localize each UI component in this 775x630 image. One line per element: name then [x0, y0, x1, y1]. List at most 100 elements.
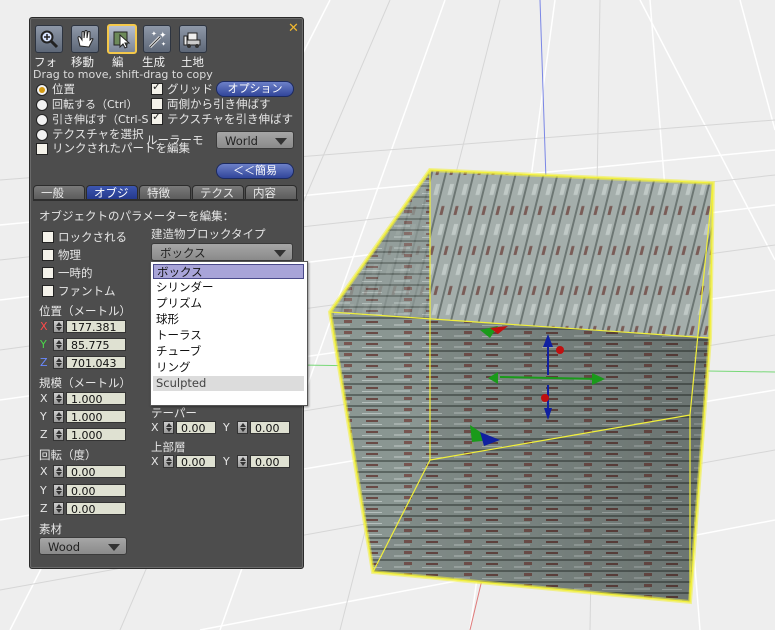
rot-x-field[interactable]: 0.00: [66, 465, 126, 479]
building-block-value: ボックス: [160, 246, 206, 260]
shape-dropdown-menu[interactable]: ボックス シリンダー プリズム 球形 トーラス チューブ リング Sculpte…: [150, 261, 308, 406]
chevron-down-icon: [275, 138, 287, 145]
material-dropdown[interactable]: Wood: [39, 537, 127, 555]
size-x-stepper[interactable]: [53, 392, 64, 405]
drag-hint: Drag to move, shift-drag to copy: [33, 68, 213, 81]
grid-checkbox[interactable]: [151, 80, 163, 95]
temporary-checkbox[interactable]: [42, 267, 54, 279]
rot-z-axis-label: Z: [40, 502, 48, 515]
pos-z-field[interactable]: 701.043: [66, 356, 126, 370]
stretch-mode-label: 引き伸ばす（Ctrl-S: [52, 113, 149, 126]
ruler-mode-dropdown[interactable]: World: [216, 131, 294, 149]
chevron-down-icon: [274, 250, 286, 257]
size-x-field[interactable]: 1.000: [66, 392, 126, 406]
pos-x-axis-label: X: [40, 320, 48, 333]
edit-linked-checkbox[interactable]: [36, 143, 48, 155]
options-button[interactable]: オプション: [216, 81, 294, 97]
shape-option-sculpted[interactable]: Sculpted: [153, 376, 304, 391]
create-tool-button[interactable]: ✦ ✦ ✦: [143, 25, 171, 53]
stretch-both-label: 両側から引き伸ばす: [167, 97, 271, 111]
pos-y-stepper[interactable]: [53, 338, 64, 351]
svg-text:✦: ✦: [151, 30, 157, 38]
pos-y-field[interactable]: 85.775: [66, 338, 126, 352]
shear-x-field[interactable]: 0.00: [176, 455, 216, 469]
grab-hand-icon: [77, 30, 94, 48]
shear-x-axis-label: X: [151, 455, 159, 468]
phantom-label: ファントム: [58, 284, 116, 298]
size-y-stepper[interactable]: [53, 410, 64, 423]
tab-features[interactable]: 特徴: [139, 185, 191, 200]
taper-y-stepper[interactable]: [237, 421, 248, 434]
taper-x-field[interactable]: 0.00: [176, 421, 216, 435]
stretch-texture-checkbox[interactable]: [151, 110, 163, 125]
size-z-field[interactable]: 1.000: [66, 428, 126, 442]
position-mode-label: 位置: [52, 82, 75, 96]
shape-option-prism[interactable]: プリズム: [153, 296, 304, 311]
simple-view-button[interactable]: ＜＜簡易: [216, 163, 294, 179]
ruler-mode-value: World: [225, 134, 258, 148]
tab-divider: [33, 199, 298, 201]
edit-cursor-icon: [113, 31, 131, 49]
phantom-checkbox[interactable]: [42, 285, 54, 297]
locked-checkbox[interactable]: [42, 231, 54, 243]
physical-label: 物理: [58, 248, 81, 262]
position-mode-radio[interactable]: [36, 84, 48, 96]
taper-y-field[interactable]: 0.00: [250, 421, 290, 435]
chevron-down-icon: [108, 544, 120, 551]
size-z-axis-label: Z: [40, 428, 48, 441]
rot-y-field[interactable]: 0.00: [66, 484, 126, 498]
shape-option-sphere[interactable]: 球形: [153, 312, 304, 327]
pos-x-field[interactable]: 177.381: [66, 320, 126, 334]
magic-wand-icon: ✦ ✦ ✦: [148, 30, 167, 49]
shape-option-torus[interactable]: トーラス: [153, 328, 304, 343]
stretch-both-checkbox[interactable]: [151, 98, 163, 110]
shape-option-tube[interactable]: チューブ: [153, 344, 304, 359]
rot-z-stepper[interactable]: [53, 502, 64, 515]
shear-y-stepper[interactable]: [237, 455, 248, 468]
magnifier-icon: [40, 30, 59, 49]
building-block-label: 建造物ブロックタイプ: [151, 227, 266, 241]
wooden-box-object[interactable]: [327, 167, 716, 605]
object-params-heading: オブジェクトのパラメーターを編集：: [39, 209, 235, 223]
rot-z-field[interactable]: 0.00: [66, 502, 126, 516]
shape-option-cylinder[interactable]: シリンダー: [153, 280, 304, 295]
select-texture-radio[interactable]: [36, 129, 48, 141]
svg-text:✦: ✦: [159, 31, 167, 41]
tab-object[interactable]: オブジ: [86, 185, 138, 200]
shape-option-box[interactable]: ボックス: [153, 264, 304, 279]
size-heading: 規模（メートル）: [39, 376, 131, 390]
grid-label: グリッド: [167, 82, 213, 96]
rot-x-axis-label: X: [40, 465, 48, 478]
stretch-texture-label: テクスチャを引き伸ばす: [167, 112, 294, 126]
tab-contents[interactable]: 内容: [245, 185, 297, 200]
tab-texture[interactable]: テクス: [192, 185, 244, 200]
edit-tool-button[interactable]: [107, 24, 137, 54]
rotate-mode-radio[interactable]: [36, 99, 48, 111]
bulldozer-icon: [183, 32, 201, 48]
taper-x-axis-label: X: [151, 421, 159, 434]
shape-option-ring[interactable]: リング: [153, 360, 304, 375]
pos-x-stepper[interactable]: [53, 320, 64, 333]
building-block-dropdown[interactable]: ボックス: [151, 243, 293, 261]
physical-checkbox[interactable]: [42, 249, 54, 261]
rot-y-stepper[interactable]: [53, 484, 64, 497]
locked-label: ロックされる: [58, 230, 127, 244]
shear-x-stepper[interactable]: [163, 455, 174, 468]
temporary-label: 一時的: [58, 266, 93, 280]
pos-z-stepper[interactable]: [53, 356, 64, 369]
tab-general[interactable]: 一般: [33, 185, 85, 200]
top-shear-heading: 上部層: [151, 440, 186, 454]
shear-y-axis-label: Y: [223, 455, 230, 468]
size-z-stepper[interactable]: [53, 428, 64, 441]
focus-tool-button[interactable]: [35, 25, 63, 53]
rot-x-stepper[interactable]: [53, 465, 64, 478]
size-y-field[interactable]: 1.000: [66, 410, 126, 424]
rot-y-axis-label: Y: [40, 484, 47, 497]
shear-y-field[interactable]: 0.00: [250, 455, 290, 469]
close-icon[interactable]: ✕: [288, 21, 299, 36]
size-y-axis-label: Y: [40, 410, 47, 423]
taper-x-stepper[interactable]: [163, 421, 174, 434]
move-tool-button[interactable]: [71, 25, 99, 53]
land-tool-button[interactable]: [179, 25, 207, 53]
stretch-mode-radio[interactable]: [36, 114, 48, 126]
